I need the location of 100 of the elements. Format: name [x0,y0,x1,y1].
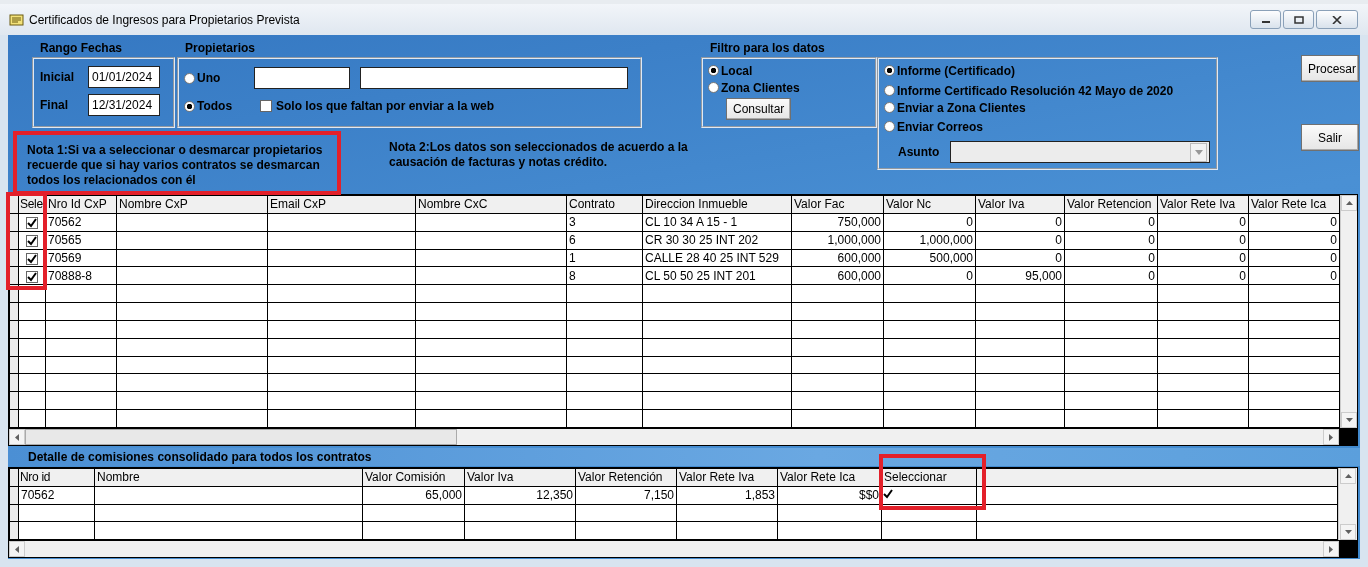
group-label: Rango Fechas [40,40,124,57]
column-header[interactable]: Valor Retención [575,468,677,487]
radio-option[interactable]: Informe Certificado Resolución 42 Mayo de 2020 [884,82,1211,99]
table-cell: 70562 [48,215,82,230]
horizontal-scrollbar[interactable] [9,540,1339,557]
column-header[interactable]: Contrato [566,195,643,214]
table-cell: 0 [1239,268,1246,283]
table-cell: 0 [1055,233,1062,248]
table-cell: 1,000,000 [827,233,881,248]
maximize-icon [1293,15,1304,24]
column-header[interactable]: Nombre CxC [415,195,567,214]
column-header[interactable]: Nombre CxP [116,195,268,214]
table-cell: 70562 [21,488,55,503]
row-checkbox[interactable] [26,252,38,265]
table-cell: 95,000 [1025,268,1062,283]
field-label: Inicial [40,70,75,84]
column-header[interactable]: Valor Nc [883,195,976,214]
process-button[interactable]: Procesar [1301,55,1359,82]
column-header[interactable]: Valor Rete Ica [1248,195,1340,214]
row-checkbox[interactable] [26,234,38,247]
table-cell: 0 [966,268,973,283]
table-cell: 0 [1239,233,1246,248]
table-cell: 1 [569,250,576,265]
radio-option[interactable]: Informe (Certificado) [884,62,1211,79]
radio-option[interactable]: Local [708,62,870,79]
horizontal-scrollbar[interactable] [9,428,1339,445]
table-cell: 0 [1148,233,1155,248]
caret-icon [1194,149,1203,155]
column-header[interactable]: Valor Iva [975,195,1065,214]
table-cell: 70888-8 [48,268,93,283]
row-checkbox[interactable] [26,270,38,283]
window-title: Certificados de Ingresos para Propietarios Prevista [29,12,300,27]
table-cell: 600,000 [837,268,881,283]
table-cell: 70569 [48,250,82,265]
table-cell: 1,000,000 [919,233,973,248]
table-cell: 1,853 [744,488,775,503]
column-header[interactable]: Valor Rete Ica [777,468,882,487]
row-checkbox[interactable] [883,489,893,500]
column-header[interactable]: Valor Iva [464,468,576,487]
column-header[interactable]: Nombre [94,468,363,487]
table-cell: 70565 [48,233,82,248]
table-cell: 0 [1330,250,1337,265]
date-field[interactable]: 01/01/2024 [88,66,160,88]
column-header[interactable]: Nro id [18,468,95,487]
left-arrow-icon [15,545,19,553]
column-header[interactable]: Seleccionar [881,468,977,487]
table-cell: CL 10 34 A 15 - 1 [645,215,738,230]
owner-name-field[interactable] [360,67,628,89]
radio-option[interactable]: Enviar a Zona Clientes [884,99,1211,116]
table-cell: 0 [1148,268,1155,283]
group-label: Propietarios [185,40,257,57]
table-cell: $$0 [858,488,879,503]
owner-id-field[interactable] [254,67,350,89]
radio-option[interactable]: Enviar Correos [884,118,1211,135]
column-header[interactable]: Direccion Inmueble [642,195,792,214]
column-header[interactable]: Email CxP [267,195,416,214]
column-header[interactable]: Valor Comisión [362,468,465,487]
table-cell: 0 [966,215,973,230]
up-arrow-icon [1344,474,1352,478]
app-icon [9,12,25,27]
table-cell: 7,150 [643,488,674,503]
column-header[interactable]: Valor Rete Iva [676,468,778,487]
table-cell: CALLE 28 40 25 INT 529 [645,250,779,265]
close-button[interactable] [1316,10,1358,29]
left-arrow-icon [15,433,19,441]
radio-option[interactable]: Zona Clientes [708,79,870,96]
right-arrow-icon [1329,545,1333,553]
table-cell: CL 50 50 25 INT 201 [645,268,756,283]
vertical-scrollbar[interactable] [1340,195,1357,428]
radio-option[interactable]: Todos [184,99,240,113]
table-cell: 600,000 [837,250,881,265]
note-text: Nota 2:Los datos son seleccionados de acuerdo a la causación de facturas y notas crédito. [389,140,688,169]
table-cell: 0 [1148,215,1155,230]
radio-option[interactable]: Uno [184,71,240,85]
group-label: Filtro para los datos [710,40,826,57]
table-cell: 500,000 [929,250,973,265]
table-cell: 0 [1239,250,1246,265]
field-label: Asunto [898,145,941,159]
query-button[interactable]: Consultar [726,98,792,120]
table-cell: 6 [569,233,576,248]
table-cell: 0 [1055,215,1062,230]
table-cell: 750,000 [837,215,881,230]
column-header[interactable]: Nro Id CxP [45,195,117,214]
minimize-button[interactable] [1250,10,1281,29]
table-cell: 65,000 [425,488,462,503]
right-arrow-icon [1329,433,1333,441]
table-cell: 0 [1330,233,1337,248]
date-field[interactable]: 12/31/2024 [88,94,160,116]
checkbox-option[interactable]: Solo los que faltan por enviar a la web [260,99,495,113]
column-header[interactable]: Valor Fac [791,195,884,214]
vertical-scrollbar[interactable] [1338,468,1357,540]
table-cell: 0 [1330,268,1337,283]
table-cell: 0 [1239,215,1246,230]
column-header[interactable]: Valor Retencion [1064,195,1158,214]
exit-button[interactable]: Salir [1301,124,1359,151]
maximize-button[interactable] [1283,10,1314,29]
column-header[interactable]: Valor Rete Iva [1157,195,1249,214]
row-checkbox[interactable] [26,217,38,230]
table-cell: 0 [1055,250,1062,265]
table-cell: 3 [569,215,576,230]
